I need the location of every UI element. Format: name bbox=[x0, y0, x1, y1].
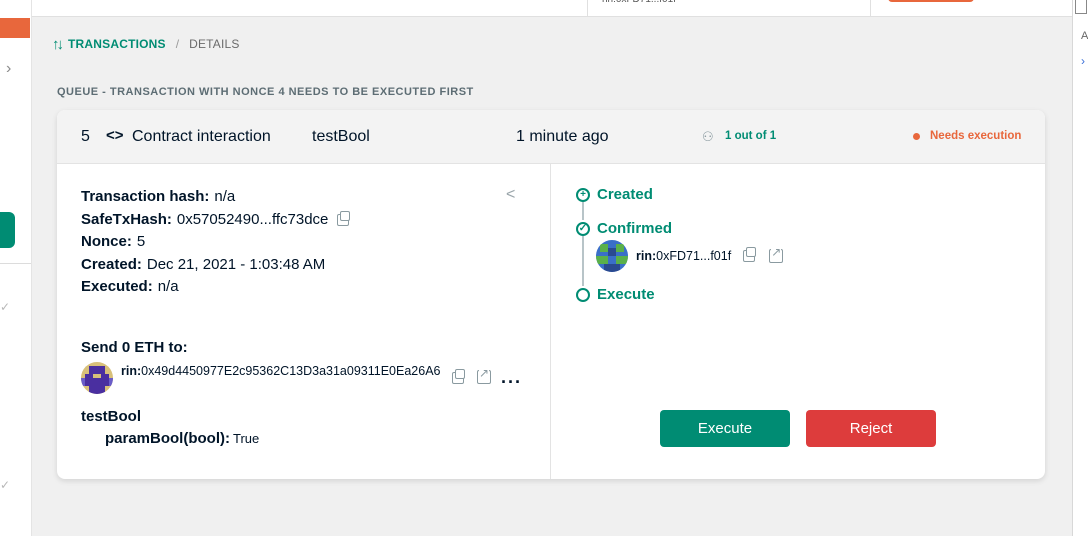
confirmed-owner: rin: 0xFD71...f01f bbox=[596, 240, 784, 272]
header-divider bbox=[870, 0, 871, 17]
recipient-row: rin:0x49d4450977E2c95362C13D3a31a09311E0… bbox=[81, 362, 521, 398]
check-circle-icon: ✓ bbox=[576, 221, 590, 236]
more-options-icon[interactable]: ··· bbox=[501, 372, 522, 393]
timeline-connector bbox=[582, 236, 584, 286]
timeline-confirmed: ✓ Confirmed bbox=[576, 220, 672, 237]
code-brackets-icon: <> bbox=[106, 127, 124, 144]
execute-button[interactable]: Execute bbox=[660, 410, 790, 447]
tx-hash-label: Transaction hash: bbox=[81, 188, 210, 205]
safe-tx-hash-label: SafeTxHash: bbox=[81, 210, 172, 228]
owner-prefix: rin: bbox=[636, 249, 657, 263]
owners-icon: ⚇ bbox=[702, 129, 714, 144]
header-divider bbox=[587, 0, 588, 17]
copy-icon[interactable] bbox=[452, 369, 465, 384]
created-value: Dec 21, 2021 - 1:03:48 AM bbox=[146, 255, 326, 273]
tx-confirmations: 1 out of 1 bbox=[725, 130, 777, 142]
tx-nonce: 5 bbox=[81, 128, 90, 145]
external-link-icon[interactable] bbox=[477, 366, 491, 384]
created-label: Created: bbox=[81, 255, 142, 273]
nonce-label: Nonce: bbox=[81, 233, 132, 250]
checkmark-icon: ✓ bbox=[0, 300, 11, 314]
avatar bbox=[81, 362, 113, 394]
panel-letter: A bbox=[1081, 30, 1088, 42]
right-panel: A › bbox=[1072, 0, 1088, 536]
copy-icon[interactable] bbox=[337, 210, 351, 226]
avatar bbox=[596, 240, 628, 272]
decoded-param: paramBool(bool): True bbox=[105, 430, 259, 447]
owner-address: 0xFD71...f01f bbox=[656, 249, 732, 263]
tx-hash-value: n/a bbox=[214, 188, 236, 205]
chevron-right-icon[interactable]: › bbox=[6, 60, 20, 80]
timeline-created: + Created bbox=[576, 186, 653, 203]
timeline-connector bbox=[582, 202, 584, 220]
param-label: paramBool(bool): bbox=[105, 430, 230, 447]
breadcrumb-transactions[interactable]: TRANSACTIONS bbox=[68, 37, 166, 51]
executed-label: Executed: bbox=[81, 278, 153, 295]
status-dot bbox=[913, 133, 920, 140]
executed-value: n/a bbox=[157, 278, 179, 295]
sidebar-active-indicator[interactable] bbox=[0, 212, 15, 248]
nonce-value: 5 bbox=[136, 233, 146, 250]
tx-time: 1 minute ago bbox=[516, 128, 609, 145]
sidebar-divider bbox=[0, 263, 31, 264]
plus-circle-icon: + bbox=[576, 187, 590, 202]
panel-toggle-icon[interactable] bbox=[1075, 0, 1087, 14]
circle-icon bbox=[576, 287, 590, 302]
copy-icon[interactable] bbox=[743, 247, 757, 262]
header-account[interactable]: rin:0xFD71...f01f bbox=[602, 0, 742, 8]
reject-button[interactable]: Reject bbox=[806, 410, 936, 447]
queue-title: QUEUE - TRANSACTION WITH NONCE 4 NEEDS T… bbox=[57, 86, 474, 98]
transaction-card: 5 <> Contract interaction testBool 1 min… bbox=[57, 110, 1045, 479]
param-value: True bbox=[233, 431, 260, 446]
status-badge: Needs execution bbox=[930, 130, 1022, 142]
transaction-summary-row[interactable]: 5 <> Contract interaction testBool 1 min… bbox=[57, 110, 1045, 164]
tx-details: Transaction hash: n/a SafeTxHash: 0x570524… bbox=[81, 186, 351, 299]
tx-method: testBool bbox=[312, 128, 370, 145]
decoded-method: testBool bbox=[81, 408, 141, 425]
share-icon[interactable]: < bbox=[506, 186, 515, 204]
external-link-icon[interactable] bbox=[769, 245, 784, 263]
chevron-right-icon[interactable]: › bbox=[1081, 54, 1085, 68]
send-title: Send 0 ETH to: bbox=[81, 339, 188, 356]
card-divider bbox=[550, 164, 551, 479]
safe-tx-hash-value: 0x57052490...ffc73dce bbox=[176, 210, 329, 228]
header-connect-button[interactable] bbox=[888, 0, 974, 2]
tx-type: Contract interaction bbox=[132, 128, 271, 145]
timeline-execute: Execute bbox=[576, 286, 655, 303]
checkmark-icon: ✓ bbox=[0, 478, 11, 492]
recipient-address: rin:0x49d4450977E2c95362C13D3a31a09311E0… bbox=[121, 364, 441, 378]
breadcrumb: ↑↓ TRANSACTIONS / DETAILS bbox=[52, 35, 240, 53]
sidebar-accent-bar bbox=[0, 18, 30, 38]
left-sidebar: › ✓ ✓ bbox=[0, 0, 32, 536]
swap-vertical-arrows-icon: ↑↓ bbox=[52, 35, 64, 53]
breadcrumb-details: DETAILS bbox=[189, 37, 240, 51]
breadcrumb-separator: / bbox=[175, 37, 180, 51]
top-header: rin:0xFD71...f01f bbox=[32, 0, 1072, 17]
